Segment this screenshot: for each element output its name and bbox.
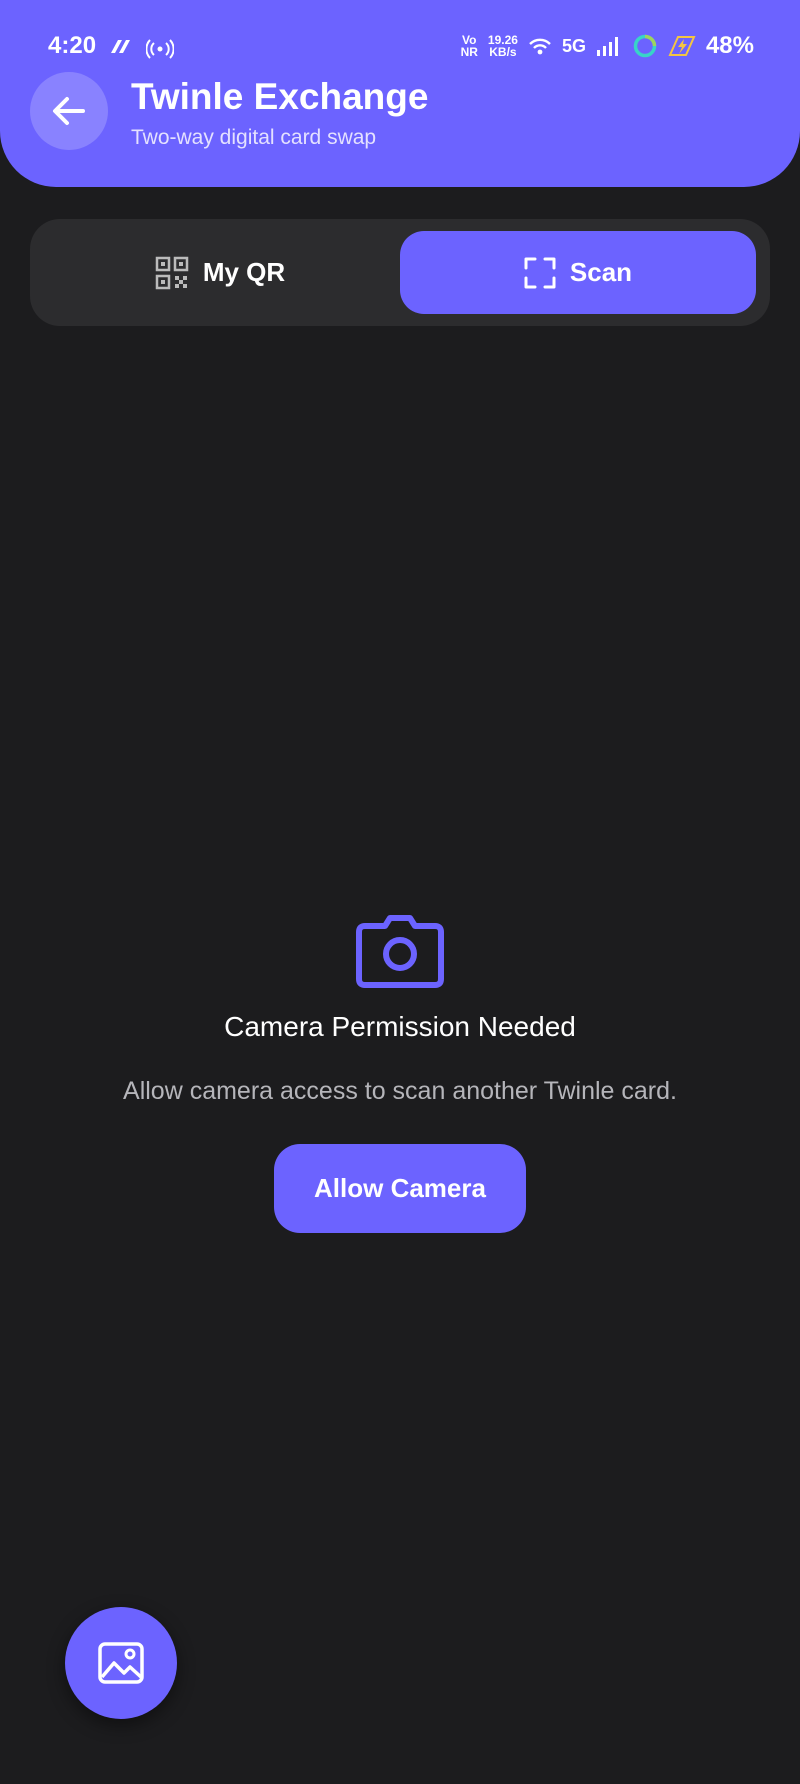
status-time: 4:20	[48, 32, 97, 59]
permission-title: Camera Permission Needed	[224, 1011, 576, 1042]
signal-icon	[596, 37, 618, 56]
gallery-upload-button[interactable]	[65, 1607, 177, 1719]
tab-scan[interactable]: Scan	[400, 231, 756, 314]
status-bar: 4:20 Vo NR 19.26 KB/s 5G 48%	[0, 30, 800, 66]
back-button[interactable]	[30, 72, 108, 150]
permission-description: Allow camera access to scan another Twin…	[123, 1077, 677, 1105]
status-right: Vo NR 19.26 KB/s 5G 48%	[461, 32, 754, 60]
network-speed: 19.26 KB/s	[487, 33, 518, 59]
page-subtitle: Two-way digital card swap	[131, 126, 377, 149]
page-title: Twinle Exchange	[131, 76, 429, 117]
hotspot-icon	[146, 39, 174, 59]
wifi-icon	[529, 38, 551, 55]
allow-camera-button[interactable]: Allow Camera	[274, 1144, 526, 1233]
network-type: Vo NR	[460, 33, 478, 59]
arrow-left-icon	[53, 97, 85, 125]
tab-my-qr-label: My QR	[202, 257, 286, 287]
charging-icon	[668, 36, 696, 56]
app-notification-icon	[111, 40, 130, 53]
qr-code-icon	[155, 256, 189, 289]
app-header: 4:20 Vo NR 19.26 KB/s 5G 48% Twinle Exch…	[0, 0, 800, 187]
camera-icon	[356, 915, 444, 988]
mode-tabs: My QR Scan	[30, 219, 770, 326]
tab-scan-label: Scan	[569, 257, 633, 287]
camera-permission-panel: Camera Permission Needed Allow camera ac…	[0, 915, 800, 1233]
tab-my-qr[interactable]: My QR	[42, 231, 398, 314]
data-saver-icon	[633, 34, 657, 58]
cellular-type: 5G	[561, 35, 586, 56]
status-left-icons	[108, 35, 174, 59]
scan-frame-icon	[524, 257, 556, 288]
battery-level: 48%	[705, 32, 754, 59]
image-add-icon	[98, 1642, 144, 1684]
